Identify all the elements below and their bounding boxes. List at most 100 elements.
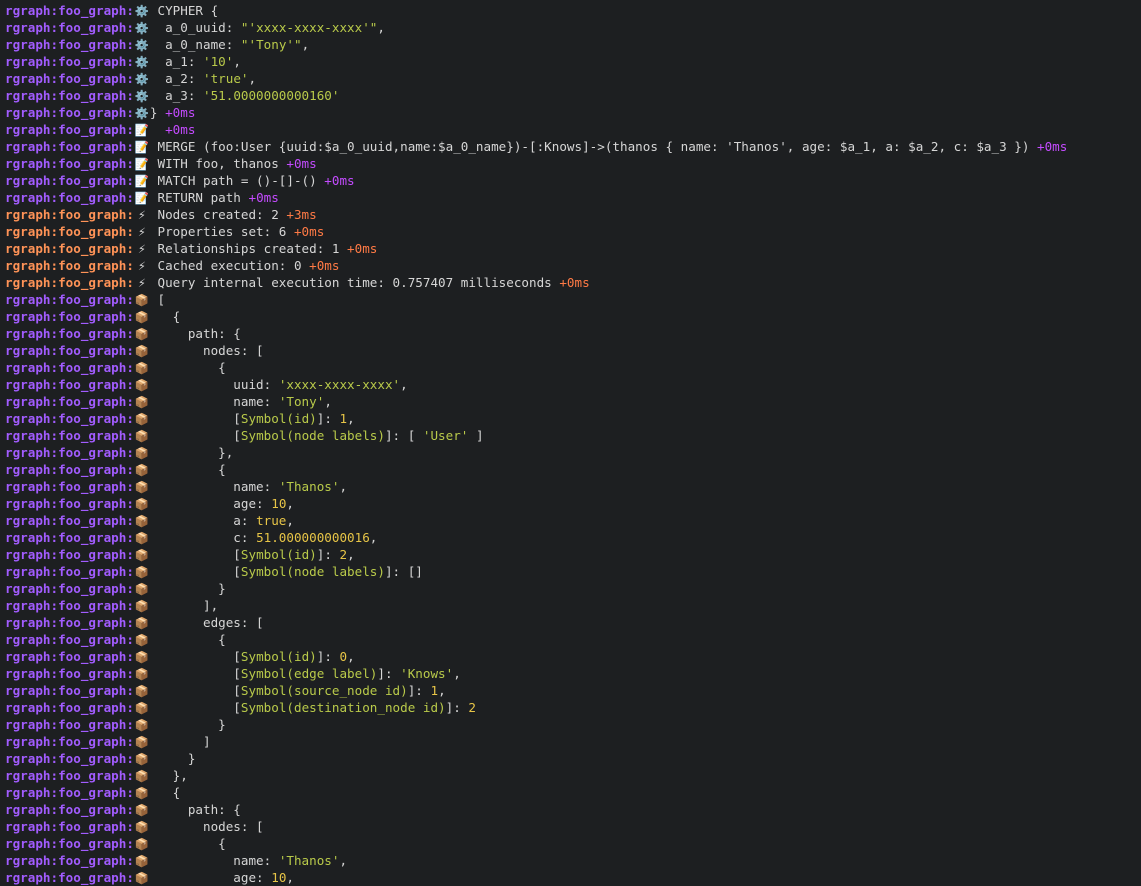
log-prefix: rgraph:foo_graph: (5, 836, 134, 851)
memo-icon: 📝 (134, 174, 150, 188)
log-token: 2 (339, 547, 348, 562)
package-icon: 📦 (134, 446, 150, 460)
log-line: rgraph:foo_graph:📦 { (5, 308, 1141, 325)
log-token: ]: (445, 700, 469, 715)
log-token: } (149, 717, 226, 732)
log-token: WITH foo, thanos (149, 156, 287, 171)
log-token: true (256, 513, 287, 528)
log-line: rgraph:foo_graph:⚙️ CYPHER { (5, 2, 1141, 19)
log-token: { (149, 309, 181, 324)
log-line: rgraph:foo_graph:📦 [Symbol(node labels)]… (5, 427, 1141, 444)
log-prefix: rgraph:foo_graph: (5, 54, 134, 69)
log-token: RETURN path (149, 190, 249, 205)
log-prefix: rgraph:foo_graph: (5, 326, 134, 341)
log-token (150, 122, 165, 137)
log-prefix: rgraph:foo_graph: (5, 496, 134, 511)
log-token: +0ms (1037, 139, 1068, 154)
log-token: [ (149, 428, 241, 443)
package-icon: 📦 (134, 463, 150, 477)
log-token: [ (149, 683, 241, 698)
log-line: rgraph:foo_graph:📦 age: 10, (5, 869, 1141, 886)
log-line: rgraph:foo_graph:📦 edges: [ (5, 614, 1141, 631)
log-token: ], (149, 598, 219, 613)
log-prefix: rgraph:foo_graph: (5, 649, 134, 664)
memo-icon: 📝 (134, 140, 150, 154)
log-token: Symbol(id) (240, 547, 317, 562)
log-token: , (286, 496, 294, 511)
log-token: age: (149, 496, 272, 511)
log-line: rgraph:foo_graph:📦 ] (5, 733, 1141, 750)
log-line: rgraph:foo_graph:📦 [Symbol(destination_n… (5, 699, 1141, 716)
log-token: Symbol(edge label) (240, 666, 378, 681)
package-icon: 📦 (134, 514, 150, 528)
log-token: , (453, 666, 461, 681)
log-line: rgraph:foo_graph:📦 path: { (5, 325, 1141, 342)
log-token: [ (149, 547, 241, 562)
log-token: Symbol(node labels) (240, 428, 385, 443)
log-prefix: rgraph:foo_graph: (5, 734, 134, 749)
log-line: rgraph:foo_graph:📦 uuid: 'xxxx-xxxx-xxxx… (5, 376, 1141, 393)
memo-icon: 📝 (134, 157, 150, 171)
log-line: rgraph:foo_graph:📦 [Symbol(edge label)]:… (5, 665, 1141, 682)
log-line: rgraph:foo_graph:📦 nodes: [ (5, 342, 1141, 359)
log-line: rgraph:foo_graph:📦 c: 51.000000000016, (5, 529, 1141, 546)
log-token: , (438, 683, 446, 698)
log-token: ] (149, 734, 211, 749)
package-icon: 📦 (134, 786, 150, 800)
log-token: 'Thanos' (278, 479, 340, 494)
log-token: +0ms (324, 173, 355, 188)
log-line: rgraph:foo_graph:📦 [Symbol(node labels)]… (5, 563, 1141, 580)
log-token: } (149, 751, 196, 766)
log-prefix: rgraph:foo_graph: (5, 292, 134, 307)
log-token: 2 (468, 700, 476, 715)
log-token: Query internal execution time: 0.757407 … (149, 275, 560, 290)
log-prefix: rgraph:foo_graph: (5, 411, 134, 426)
log-token: "'Tony'" (240, 37, 302, 52)
log-token: Relationships created: 1 (149, 241, 348, 256)
log-prefix: rgraph:foo_graph: (5, 632, 134, 647)
log-token: } (149, 581, 226, 596)
log-token: a_0_name: (149, 37, 241, 52)
log-line: rgraph:foo_graph:📦 { (5, 631, 1141, 648)
log-line: rgraph:foo_graph:⚙️ a_0_uuid: "'xxxx-xxx… (5, 19, 1141, 36)
log-token: { (149, 360, 226, 375)
log-line: rgraph:foo_graph:📝 RETURN path +0ms (5, 189, 1141, 206)
log-prefix: rgraph:foo_graph: (5, 37, 134, 52)
log-line: rgraph:foo_graph:📦 name: 'Thanos', (5, 852, 1141, 869)
log-token: name: (149, 479, 279, 494)
log-line: rgraph:foo_graph: ⚡ Query internal execut… (5, 274, 1141, 291)
package-icon: 📦 (134, 327, 150, 341)
log-prefix: rgraph:foo_graph: (5, 377, 134, 392)
log-prefix: rgraph:foo_graph: (5, 870, 134, 885)
terminal-output[interactable]: rgraph:foo_graph:⚙️ CYPHER {rgraph:foo_g… (0, 0, 1141, 886)
log-token: 10 (271, 870, 287, 885)
log-line: rgraph:foo_graph:📝 MERGE (foo:User {uuid… (5, 138, 1141, 155)
log-prefix: rgraph:foo_graph: (5, 802, 134, 817)
package-icon: 📦 (134, 616, 150, 630)
log-line: rgraph:foo_graph:📦 [Symbol(source_node i… (5, 682, 1141, 699)
log-token: edges: [ (149, 615, 264, 630)
log-line: rgraph:foo_graph:⚙️ a_3: '51.00000000001… (5, 87, 1141, 104)
gear-icon: ⚙️ (134, 72, 150, 86)
log-token: +0ms (248, 190, 279, 205)
log-token: +0ms (293, 224, 325, 239)
package-icon: 📦 (134, 480, 150, 494)
log-token: '51.0000000000160' (202, 88, 340, 103)
package-icon: 📦 (134, 412, 150, 426)
log-token: ]: (377, 666, 401, 681)
log-line: rgraph:foo_graph: ⚡ Properties set: 6 +0m… (5, 223, 1141, 240)
log-prefix: rgraph:foo_graph: (5, 309, 134, 324)
log-token: }, (149, 445, 234, 460)
log-prefix: rgraph:foo_graph: (5, 462, 134, 477)
bolt-icon: ⚡ (137, 225, 146, 239)
log-token: Symbol(node labels) (240, 564, 385, 579)
memo-icon: 📝 (134, 123, 150, 137)
log-token: , (248, 71, 257, 86)
log-token: uuid: (149, 377, 279, 392)
log-token: a_3: (149, 88, 203, 103)
log-prefix: rgraph:foo_graph: (5, 139, 134, 154)
bolt-icon: ⚡ (137, 242, 146, 256)
log-token: 'User' (422, 428, 469, 443)
log-token: c: (149, 530, 257, 545)
log-token: } (149, 105, 166, 120)
